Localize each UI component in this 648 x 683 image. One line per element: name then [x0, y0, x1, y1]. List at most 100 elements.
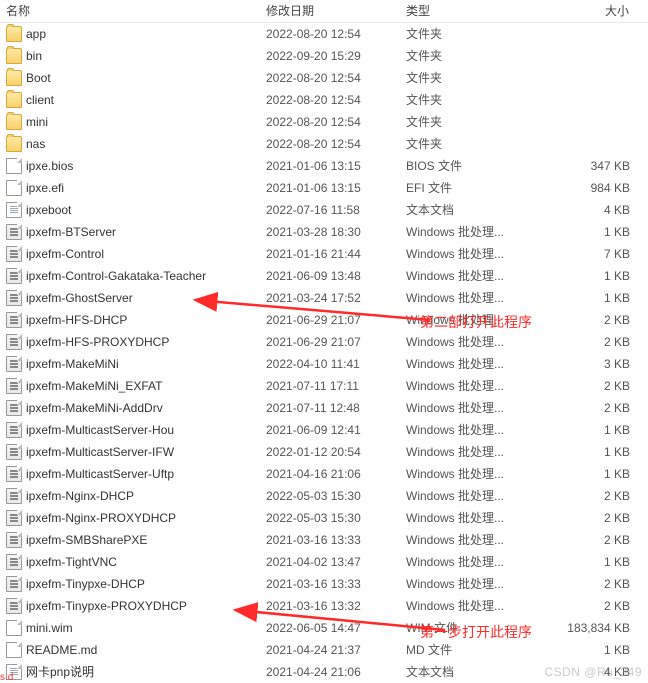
file-size: 2 KB	[540, 507, 640, 529]
table-row[interactable]: client2022-08-20 12:54文件夹	[0, 89, 648, 111]
table-row[interactable]: ipxeboot2022-07-16 11:58文本文档4 KB	[0, 199, 648, 221]
table-row[interactable]: ipxefm-GhostServer 2021-03-24 17:52Window…	[0, 287, 648, 309]
table-row[interactable]: nas2022-08-20 12:54文件夹	[0, 133, 648, 155]
table-row[interactable]: ipxefm-TightVNC2021-04-02 13:47Windows 批…	[0, 551, 648, 573]
file-type: Windows 批处理...	[400, 221, 540, 243]
file-size: 183,834 KB	[540, 617, 640, 639]
file-date: 2021-06-09 12:41	[260, 419, 400, 441]
table-row[interactable]: ipxefm-Control2021-01-16 21:44Windows 批处…	[0, 243, 648, 265]
batch-file-icon	[6, 510, 22, 526]
batch-file-icon	[6, 422, 22, 438]
file-size	[540, 23, 640, 45]
table-row[interactable]: ipxefm-MakeMiNi2022-04-10 11:41Windows 批…	[0, 353, 648, 375]
file-name: ipxefm-MulticastServer-Hou	[26, 419, 174, 441]
table-row[interactable]: ipxefm-HFS-PROXYDHCP2021-06-29 21:07Wind…	[0, 331, 648, 353]
table-row[interactable]: app2022-08-20 12:54文件夹	[0, 23, 648, 45]
table-row[interactable]: Boot2022-08-20 12:54文件夹	[0, 67, 648, 89]
file-icon	[6, 180, 22, 196]
file-size: 347 KB	[540, 155, 640, 177]
column-header-size[interactable]: 大小	[540, 0, 640, 22]
batch-file-icon	[6, 466, 22, 482]
file-name: client	[26, 89, 54, 111]
file-name: mini	[26, 111, 48, 133]
file-type: Windows 批处理...	[400, 529, 540, 551]
table-row[interactable]: ipxefm-Tinypxe-PROXYDHCP2021-03-16 13:32…	[0, 595, 648, 617]
file-name: ipxefm-Nginx-DHCP	[26, 485, 134, 507]
table-row[interactable]: mini.wim2022-06-05 14:47WIM 文件183,834 KB	[0, 617, 648, 639]
file-size: 1 KB	[540, 441, 640, 463]
file-icon	[6, 620, 22, 636]
table-row[interactable]: ipxefm-SMBSharePXE2021-03-16 13:33Window…	[0, 529, 648, 551]
table-row[interactable]: ipxe.efi2021-01-06 13:15EFI 文件984 KB	[0, 177, 648, 199]
file-type: Windows 批处理...	[400, 595, 540, 617]
table-row[interactable]: ipxefm-MulticastServer-IFW2022-01-12 20:…	[0, 441, 648, 463]
file-date: 2021-07-11 12:48	[260, 397, 400, 419]
table-row[interactable]: README.md2021-04-24 21:37MD 文件1 KB	[0, 639, 648, 661]
file-name: Boot	[26, 67, 51, 89]
column-header-name[interactable]: 名称	[0, 0, 260, 22]
file-type: Windows 批处理...	[400, 375, 540, 397]
file-type: 文件夹	[400, 67, 540, 89]
batch-file-icon	[6, 444, 22, 460]
file-size: 1 KB	[540, 463, 640, 485]
file-name: ipxefm-GhostServer	[26, 287, 133, 309]
file-type: WIM 文件	[400, 617, 540, 639]
table-row[interactable]: ipxefm-HFS-DHCP2021-06-29 21:07Windows 批…	[0, 309, 648, 331]
table-row[interactable]: ipxefm-Control-Gakataka-Teacher2021-06-0…	[0, 265, 648, 287]
file-explorer: 名称 修改日期 类型 大小 app2022-08-20 12:54文件夹bin 2…	[0, 0, 648, 683]
file-size: 2 KB	[540, 573, 640, 595]
file-type: 文本文档	[400, 199, 540, 221]
file-date: 2021-04-16 21:06	[260, 463, 400, 485]
file-icon	[6, 642, 22, 658]
column-header-date[interactable]: 修改日期	[260, 0, 400, 22]
batch-file-icon	[6, 312, 22, 328]
table-row[interactable]: ipxefm-MulticastServer-Uftp2021-04-16 21…	[0, 463, 648, 485]
table-row[interactable]: ipxe.bios2021-01-06 13:15BIOS 文件347 KB	[0, 155, 648, 177]
file-date: 2022-07-16 11:58	[260, 199, 400, 221]
table-row[interactable]: bin2022-09-20 15:29文件夹	[0, 45, 648, 67]
file-date: 2022-09-20 15:29	[260, 45, 400, 67]
batch-file-icon	[6, 246, 22, 262]
file-date: 2022-05-03 15:30	[260, 485, 400, 507]
column-header-type[interactable]: 类型	[400, 0, 540, 22]
batch-file-icon	[6, 598, 22, 614]
file-type: Windows 批处理...	[400, 463, 540, 485]
file-type: Windows 批处理...	[400, 287, 540, 309]
folder-icon	[6, 92, 22, 108]
file-size: 1 KB	[540, 221, 640, 243]
table-row[interactable]: ipxefm-MulticastServer-Hou 2021-06-09 12:…	[0, 419, 648, 441]
file-size: 4 KB	[540, 661, 640, 683]
file-type: 文件夹	[400, 23, 540, 45]
file-date: 2021-04-24 21:37	[260, 639, 400, 661]
file-size: 2 KB	[540, 595, 640, 617]
file-type: Windows 批处理...	[400, 309, 540, 331]
file-size: 1 KB	[540, 639, 640, 661]
file-name: README.md	[26, 639, 97, 661]
file-size: 7 KB	[540, 243, 640, 265]
file-type: BIOS 文件	[400, 155, 540, 177]
table-row[interactable]: ipxefm-Tinypxe-DHCP2021-03-16 13:33Windo…	[0, 573, 648, 595]
file-type: Windows 批处理...	[400, 353, 540, 375]
file-type: 文件夹	[400, 89, 540, 111]
table-row[interactable]: ipxefm-MakeMiNi-AddDrv2021-07-11 12:48Wi…	[0, 397, 648, 419]
table-row[interactable]: ipxefm-BTServer 2021-03-28 18:30Windows 批…	[0, 221, 648, 243]
file-type: Windows 批处理...	[400, 485, 540, 507]
table-row[interactable]: ipxefm-MakeMiNi_EXFAT2021-07-11 17:11Win…	[0, 375, 648, 397]
table-row[interactable]: 网卡pnp说明2021-04-24 21:06文本文档4 KB	[0, 661, 648, 683]
file-date: 2021-03-24 17:52	[260, 287, 400, 309]
file-date: 2022-08-20 12:54	[260, 23, 400, 45]
file-name: bin	[26, 45, 42, 67]
file-date: 2021-06-09 13:48	[260, 265, 400, 287]
table-row[interactable]: ipxefm-Nginx-DHCP 2022-05-03 15:30Windows…	[0, 485, 648, 507]
file-name: ipxefm-BTServer	[26, 221, 116, 243]
file-size: 1 KB	[540, 419, 640, 441]
file-date: 2021-03-16 13:33	[260, 573, 400, 595]
file-name: ipxe.efi	[26, 177, 64, 199]
file-name: ipxefm-HFS-DHCP	[26, 309, 127, 331]
table-row[interactable]: ipxefm-Nginx-PROXYDHCP2022-05-03 15:30Wi…	[0, 507, 648, 529]
file-date: 2022-05-03 15:30	[260, 507, 400, 529]
file-date: 2022-08-20 12:54	[260, 111, 400, 133]
file-date: 2021-03-28 18:30	[260, 221, 400, 243]
table-row[interactable]: mini2022-08-20 12:54文件夹	[0, 111, 648, 133]
file-icon	[6, 158, 22, 174]
